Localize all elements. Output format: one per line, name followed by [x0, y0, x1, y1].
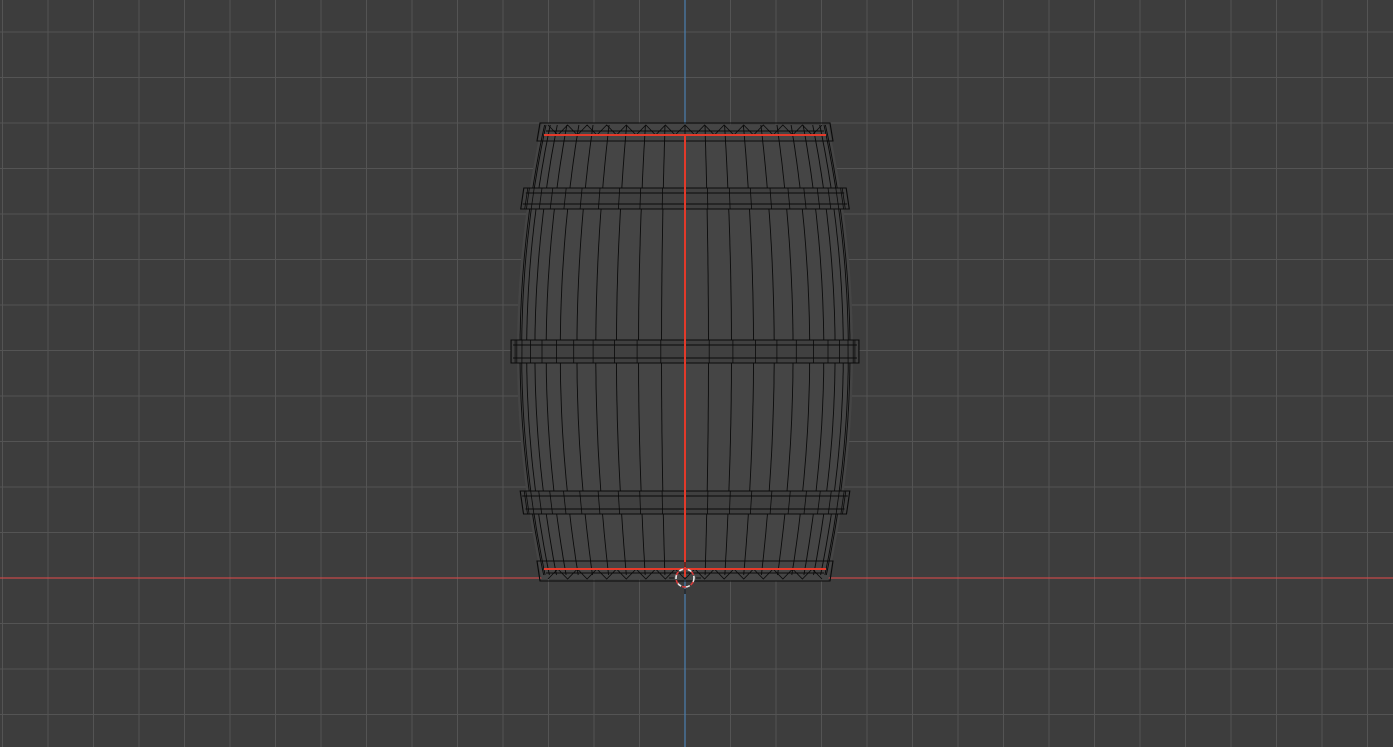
barrel-hoop-segment — [707, 490, 709, 515]
3d-viewport[interactable] — [0, 0, 1393, 747]
viewport-canvas[interactable] — [0, 0, 1393, 747]
barrel-hoop-segment — [661, 490, 663, 515]
barrel-mesh[interactable] — [510, 122, 860, 582]
